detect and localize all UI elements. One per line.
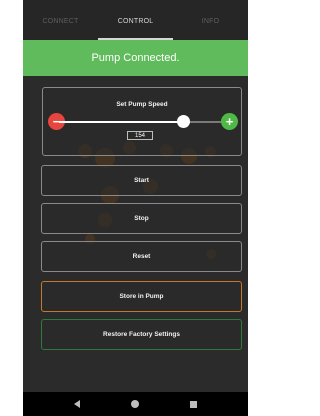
tab-control[interactable]: CONTROL <box>98 0 173 40</box>
speed-title: Set Pump Speed <box>116 101 168 108</box>
control-panel: Set Pump Speed − + 154 Start Stop Reset … <box>23 76 248 392</box>
increase-speed-button[interactable]: + <box>221 113 238 130</box>
system-navigation-bar <box>23 392 248 416</box>
speed-value-input[interactable]: 154 <box>127 131 153 140</box>
recent-apps-icon[interactable] <box>190 400 198 408</box>
start-button[interactable]: Start <box>41 165 242 196</box>
home-icon[interactable] <box>130 400 139 408</box>
tab-info[interactable]: INFO <box>173 0 248 40</box>
reset-button[interactable]: Reset <box>41 241 242 272</box>
slider-fill <box>59 121 184 123</box>
restore-factory-settings-button[interactable]: Restore Factory Settings <box>41 319 242 350</box>
store-in-pump-button[interactable]: Store in Pump <box>41 281 242 312</box>
tab-connect[interactable]: CONNECT <box>23 0 98 40</box>
stop-button[interactable]: Stop <box>41 203 242 234</box>
back-icon[interactable] <box>73 400 80 408</box>
status-banner: Pump Connected. <box>23 40 248 76</box>
app-screen: CONNECT CONTROL INFO Pump Connected. Set… <box>23 0 248 416</box>
speed-slider[interactable] <box>59 115 227 128</box>
plus-icon: + <box>225 114 234 129</box>
pump-speed-card: Set Pump Speed − + 154 <box>42 87 242 156</box>
tab-bar: CONNECT CONTROL INFO <box>23 0 248 40</box>
slider-thumb[interactable] <box>177 115 191 128</box>
